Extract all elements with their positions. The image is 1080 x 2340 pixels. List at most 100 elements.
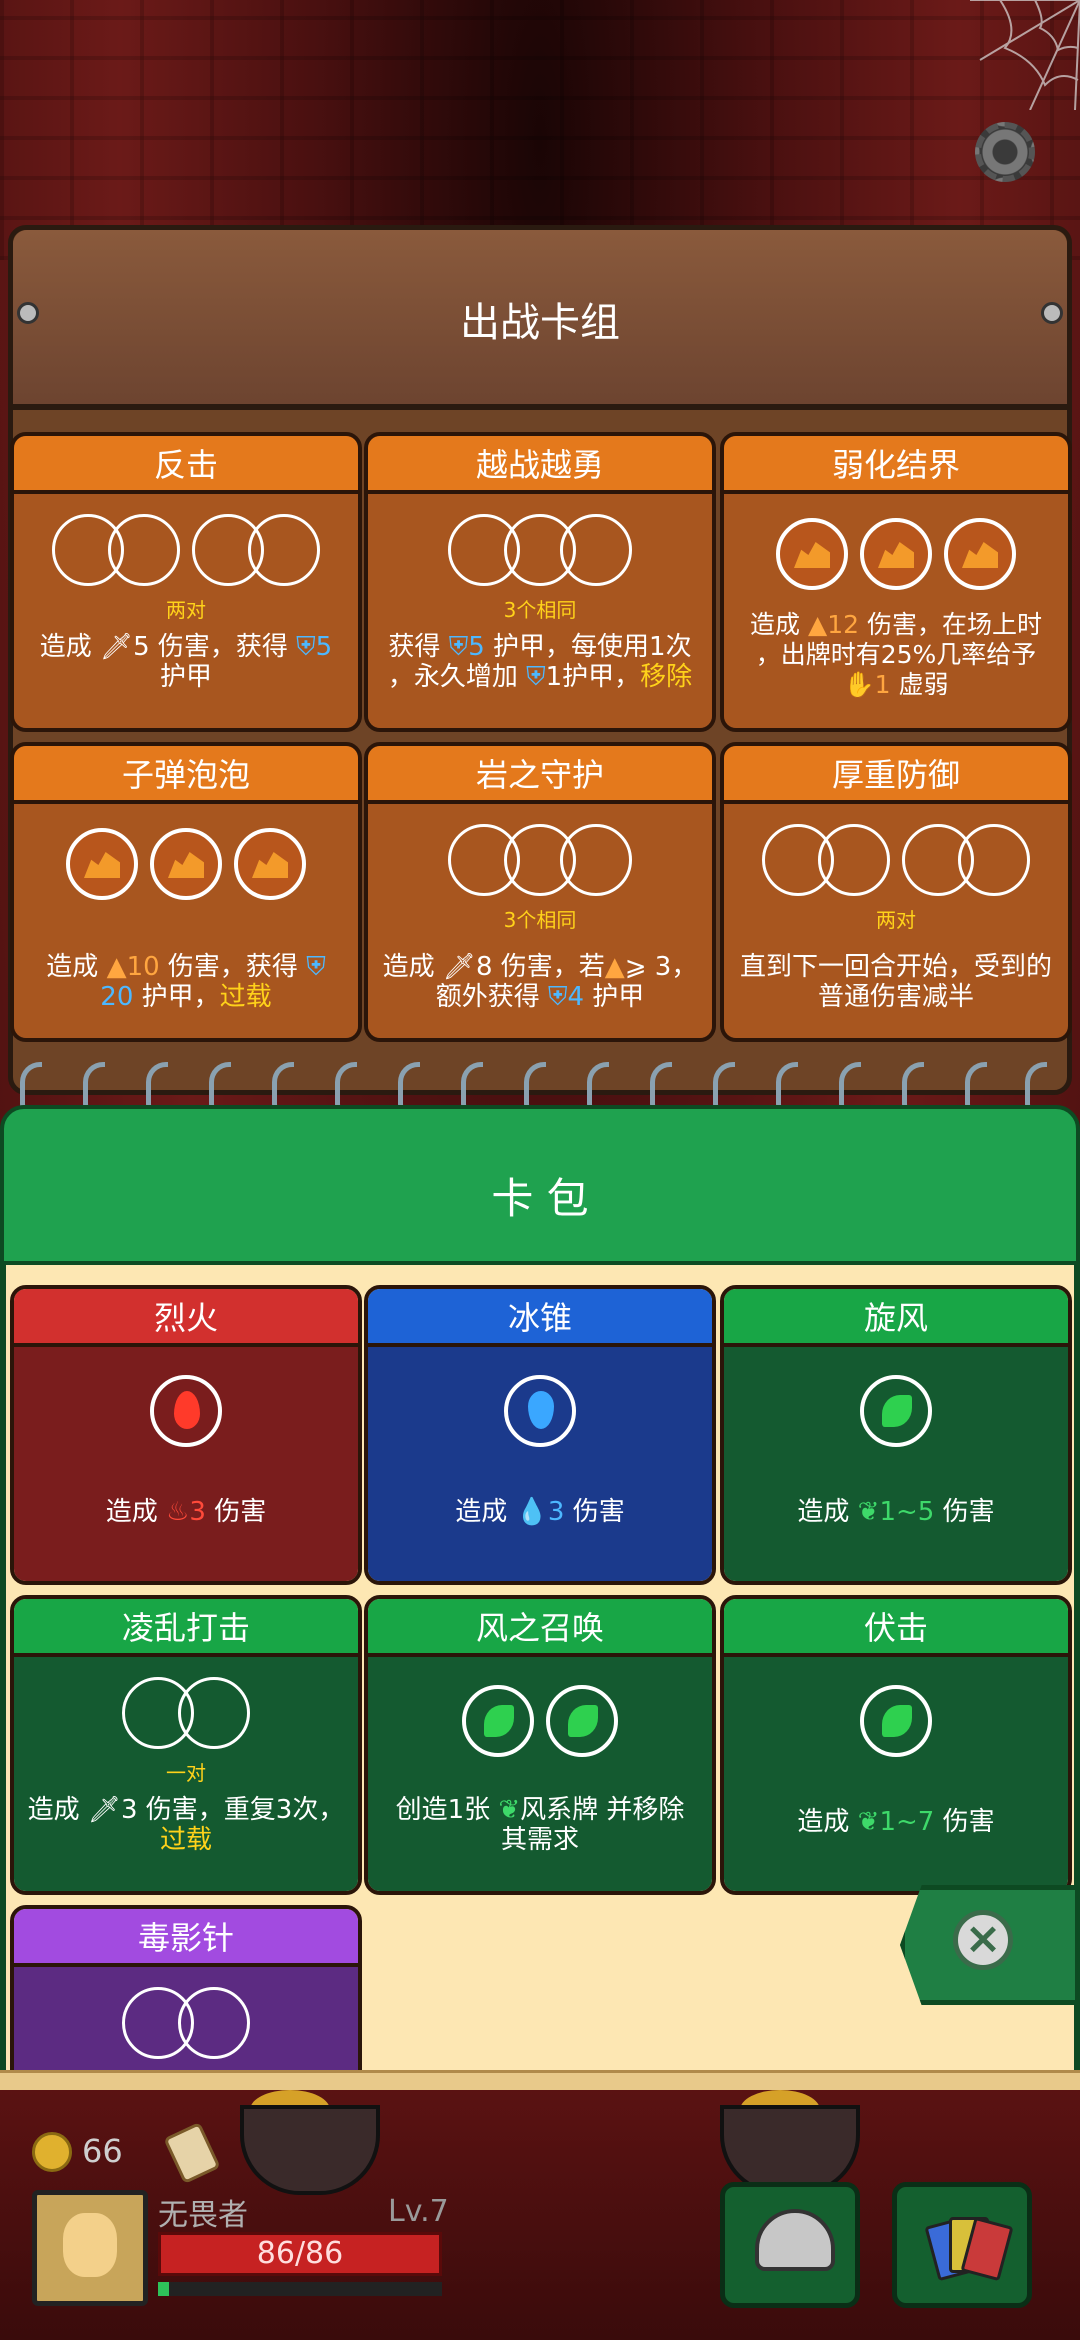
card-condition: 两对 (166, 598, 206, 622)
card-description: 造成 🗡3 伤害，重复3次， 过载 (27, 1795, 345, 1855)
dice-requirement (368, 824, 712, 900)
bag-card-poison-needle[interactable]: 毒影针 一对 (10, 1905, 362, 2070)
cards-button[interactable] (892, 2182, 1032, 2308)
card-bag-title: 卡 包 (491, 1174, 589, 1223)
sword-icon: 🗡 (442, 952, 476, 982)
card-name: 旋风 (724, 1289, 1068, 1347)
card-name: 伏击 (724, 1599, 1068, 1657)
card-description: 造成 🗡8 伤害，若▲⩾ 3， 额外获得 ⛨4 护甲 (382, 952, 698, 1012)
wind-leaf-icon (860, 1375, 932, 1447)
fire-icon (150, 1375, 222, 1447)
card-description: 造成 🗡5 伤害，获得 ⛨5 护甲 (39, 632, 333, 692)
helmet-icon (755, 2209, 835, 2271)
shield-icon: ⛨ (448, 632, 469, 662)
rock-icon: ▲ (807, 610, 828, 639)
card-description: 造成 ♨3 伤害 (105, 1497, 267, 1527)
bag-card-chaotic-strike[interactable]: 凌乱打击 一对 造成 🗡3 伤害，重复3次， 过载 (10, 1595, 362, 1895)
card-name: 岩之守护 (368, 746, 712, 804)
deck-card-braver[interactable]: 越战越勇 3个相同 获得 ⛨5 护甲，每使用1次 ，永久增加 ⛨1护甲，移除 (364, 432, 716, 732)
gear-icon[interactable] (975, 122, 1035, 182)
bag-card-whirlwind[interactable]: 旋风 造成 ❦1~5 伤害 (720, 1285, 1072, 1585)
card-name: 厚重防御 (724, 746, 1068, 804)
card-bag-bottom-edge (0, 2070, 1080, 2090)
bag-card-ice-cone[interactable]: 冰锥 造成 💧3 伤害 (364, 1285, 716, 1585)
sword-icon: 🗡 (87, 1795, 121, 1825)
wind-leaf-icon: ❦ (498, 1795, 521, 1825)
coin-icon (32, 2132, 72, 2172)
rock-icon: ▲ (604, 952, 625, 982)
card-condition: 3个相同 (503, 598, 577, 622)
card-name: 毒影针 (14, 1909, 358, 1967)
deck-card-rock-guard[interactable]: 岩之守护 3个相同 造成 🗡8 伤害，若▲⩾ 3， 额外获得 ⛨4 护甲 (364, 742, 716, 1042)
wind-leaf-icon (546, 1685, 618, 1757)
bag-card-ambush[interactable]: 伏击 造成 ❦1~7 伤害 (720, 1595, 1072, 1895)
dice-requirement (14, 1677, 358, 1753)
card-name: 越战越勇 (368, 436, 712, 494)
shield-icon: ⛨ (306, 952, 326, 982)
hp-text: 86/86 (256, 2236, 344, 2271)
bag-card-wind-summon[interactable]: 风之召唤 创造1张 ❦风系牌 并移除 其需求 (364, 1595, 716, 1895)
dice-requirement (724, 1685, 1068, 1761)
card-description: 造成 ▲12 伤害，在场上时 ，出牌时有25%几率给予 ✋1 虚弱 (750, 610, 1042, 699)
dice-requirement (14, 1375, 358, 1451)
player-level: Lv.7 (388, 2194, 449, 2229)
xp-bar (158, 2282, 442, 2296)
dice-requirement (14, 1987, 358, 2063)
dice-requirement (14, 828, 358, 904)
card-name: 烈火 (14, 1289, 358, 1347)
rock-icon (944, 518, 1016, 590)
rock-icon (234, 828, 306, 900)
deck-card-counterattack[interactable]: 反击 两对 造成 🗡5 伤害，获得 ⛨5 护甲 (10, 432, 362, 732)
shield-icon: ⛨ (296, 632, 316, 662)
player-name: 无畏者 (158, 2198, 248, 2233)
coin-count: 66 (82, 2132, 123, 2170)
brick-wall (0, 0, 1080, 260)
dice-requirement (724, 1375, 1068, 1451)
card-name: 子弹泡泡 (14, 746, 358, 804)
water-drop-icon: 💧 (515, 1497, 548, 1527)
card-description: 获得 ⛨5 护甲，每使用1次 ，永久增加 ⛨1护甲，移除 (387, 632, 693, 692)
dice-requirement (724, 518, 1068, 594)
deck-card-bullet-bubble[interactable]: 子弹泡泡 造成 ▲10 伤害，获得 ⛨ 20 护甲，过载 (10, 742, 362, 1042)
wind-leaf-icon (860, 1685, 932, 1757)
card-name: 凌乱打击 (14, 1599, 358, 1657)
dice-requirement (368, 1685, 712, 1761)
weak-icon: ✋ (843, 670, 875, 699)
water-drop-icon (504, 1375, 576, 1447)
bag-card-fire[interactable]: 烈火 造成 ♨3 伤害 (10, 1285, 362, 1585)
card-condition: 3个相同 (503, 908, 577, 932)
heroes-button[interactable] (720, 2182, 860, 2308)
xp-bar-fill (158, 2282, 169, 2296)
wind-leaf-icon (462, 1685, 534, 1757)
card-condition: 一对 (166, 1761, 206, 1785)
shield-icon: ⛨ (526, 662, 546, 692)
rock-icon (776, 518, 848, 590)
card-name: 冰锥 (368, 1289, 712, 1347)
rock-icon (860, 518, 932, 590)
avatar[interactable] (32, 2190, 148, 2306)
card-description: 造成 💧3 伤害 (455, 1497, 625, 1527)
dice-requirement (368, 1375, 712, 1451)
deck-card-weaken-barrier[interactable]: 弱化结界 造成 ▲12 伤害，在场上时 ，出牌时有25%几率给予 ✋1 虚弱 (720, 432, 1072, 732)
card-deck-icon (924, 2207, 1014, 2287)
card-description: 直到下一回合开始，受到的 普通伤害减半 (739, 952, 1052, 1012)
rock-icon: ▲ (106, 952, 127, 982)
spiderweb-icon (970, 0, 1080, 110)
fire-icon: ♨ (166, 1497, 190, 1527)
deck-card-heavy-defense[interactable]: 厚重防御 两对 直到下一回合开始，受到的 普通伤害减半 (720, 742, 1072, 1042)
wind-leaf-icon: ❦ (857, 1807, 880, 1837)
card-condition: 两对 (876, 908, 916, 932)
wind-leaf-icon: ❦ (857, 1497, 880, 1527)
shield-icon: ⛨ (547, 982, 568, 1012)
card-description: 造成 ❦1~7 伤害 (797, 1807, 995, 1837)
card-description: 创造1张 ❦风系牌 并移除 其需求 (395, 1795, 685, 1855)
card-description: 造成 ▲10 伤害，获得 ⛨ 20 护甲，过载 (46, 952, 326, 1012)
close-icon[interactable]: × (953, 1910, 1013, 1970)
card-description: 造成 ❦1~5 伤害 (797, 1497, 995, 1527)
dice-requirement (368, 514, 712, 590)
rock-icon (150, 828, 222, 900)
dice-requirement (724, 824, 1068, 900)
sword-icon: 🗡 (100, 632, 134, 662)
rock-icon (66, 828, 138, 900)
card-name: 风之召唤 (368, 1599, 712, 1657)
